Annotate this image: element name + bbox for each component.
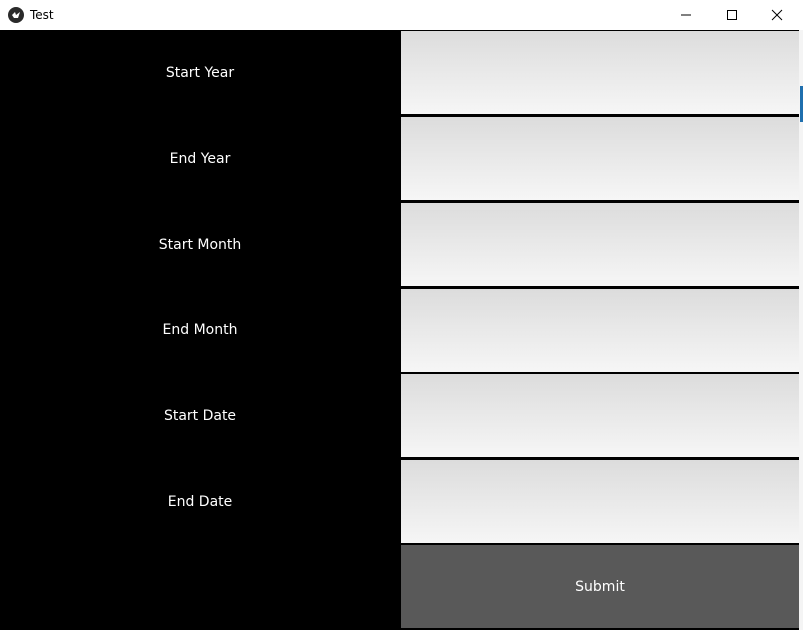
start-date-label: Start Date bbox=[163, 408, 237, 424]
window-title: Test bbox=[30, 8, 54, 22]
close-icon bbox=[771, 9, 783, 20]
title-bar[interactable]: Test bbox=[0, 0, 803, 30]
end-date-input[interactable] bbox=[401, 460, 799, 543]
minimize-icon bbox=[681, 14, 691, 15]
minimize-button[interactable] bbox=[663, 0, 709, 29]
close-button[interactable] bbox=[754, 0, 800, 29]
start-date-input[interactable] bbox=[401, 374, 799, 457]
form-area: Start Year End Year Start Month End Mont… bbox=[0, 30, 803, 630]
maximize-icon bbox=[727, 9, 737, 20]
submit-button[interactable]: Submit bbox=[401, 545, 799, 628]
end-month-label: End Month bbox=[162, 322, 238, 338]
end-date-label: End Date bbox=[167, 494, 233, 510]
start-year-label: Start Year bbox=[165, 65, 235, 81]
start-year-input[interactable] bbox=[401, 31, 799, 114]
app-icon bbox=[8, 7, 24, 23]
start-month-input[interactable] bbox=[401, 203, 799, 286]
end-year-input[interactable] bbox=[401, 117, 799, 200]
end-year-label: End Year bbox=[169, 151, 231, 167]
app-window: Test Start Year End Year Start Month End… bbox=[0, 0, 803, 630]
start-month-label: Start Month bbox=[158, 237, 242, 253]
end-month-input[interactable] bbox=[401, 289, 799, 372]
maximize-button[interactable] bbox=[709, 0, 755, 29]
